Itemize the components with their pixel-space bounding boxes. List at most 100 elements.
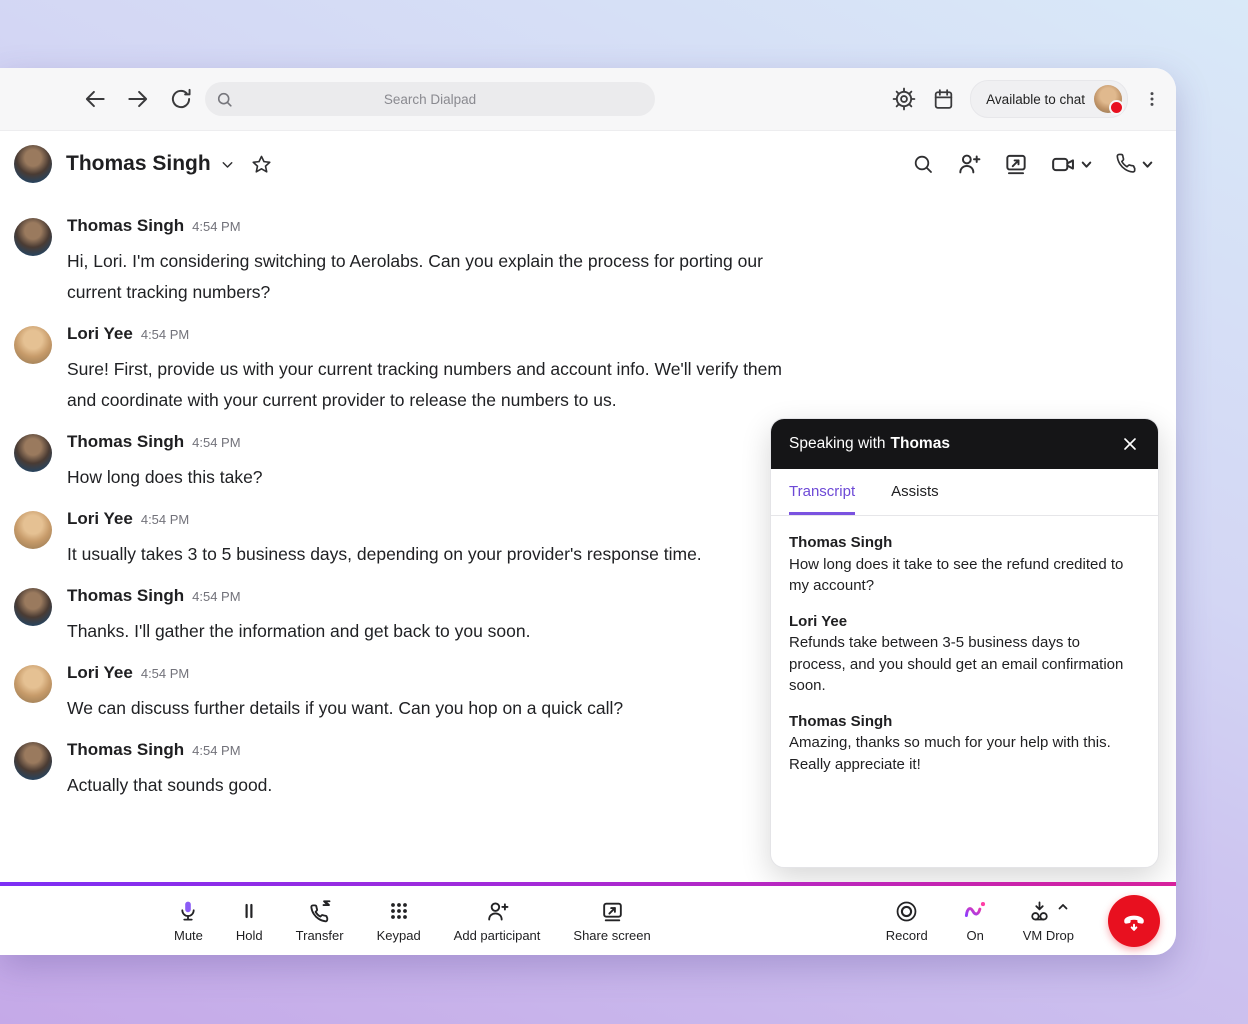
tab-assists[interactable]: Assists bbox=[891, 469, 939, 515]
top-toolbar: Available to chat bbox=[0, 68, 1176, 131]
hang-up-icon bbox=[1120, 907, 1148, 935]
message-text: Sure! First, provide us with your curren… bbox=[67, 354, 792, 416]
pause-icon bbox=[237, 899, 261, 923]
share-screen-button[interactable] bbox=[1003, 151, 1029, 177]
tab-transcript[interactable]: Transcript bbox=[789, 469, 855, 515]
ai-toggle-button[interactable]: On bbox=[962, 898, 989, 943]
message-text: How long does this take? bbox=[67, 462, 792, 493]
close-icon bbox=[1120, 434, 1140, 454]
transcript-entry: Thomas Singh Amazing, thanks so much for… bbox=[789, 711, 1140, 776]
chat-message: Lori Yee 4:54 PM We can discuss further d… bbox=[14, 663, 792, 724]
message-author: Thomas Singh bbox=[67, 586, 184, 606]
settings-button[interactable] bbox=[891, 86, 917, 112]
avatar bbox=[14, 218, 52, 256]
add-participant-label: Add participant bbox=[454, 928, 541, 943]
message-author: Thomas Singh bbox=[67, 740, 184, 760]
message-timestamp: 4:54 PM bbox=[141, 327, 189, 342]
transcript-text: Refunds take between 3-5 business days t… bbox=[789, 632, 1140, 697]
share-screen-button[interactable]: Share screen bbox=[573, 898, 650, 943]
mute-label: Mute bbox=[174, 928, 203, 943]
phone-icon bbox=[1114, 152, 1138, 176]
video-call-button[interactable] bbox=[1050, 151, 1093, 178]
chat-message: Thomas Singh4:54 PM How long does this t… bbox=[14, 432, 792, 493]
chat-message: Thomas Singh4:54 PM Actually that sounds… bbox=[14, 740, 792, 801]
panel-tabs: Transcript Assists bbox=[771, 469, 1158, 516]
add-participant-button[interactable]: Add participant bbox=[454, 898, 541, 943]
panel-title-name: Thomas bbox=[891, 435, 950, 453]
hold-button[interactable]: Hold bbox=[236, 898, 263, 943]
vm-drop-button[interactable]: VM Drop bbox=[1023, 898, 1074, 943]
chat-message: Thomas Singh4:54 PM Hi, Lori. I'm consid… bbox=[14, 216, 792, 308]
avatar bbox=[14, 588, 52, 626]
call-panel-header: Speaking with Thomas bbox=[771, 419, 1158, 469]
chevron-down-icon bbox=[1141, 158, 1154, 171]
contact-avatar bbox=[14, 145, 52, 183]
chevron-down-icon bbox=[1080, 158, 1093, 171]
share-screen-label: Share screen bbox=[573, 928, 650, 943]
title-chevron-down-icon[interactable] bbox=[219, 156, 236, 173]
message-timestamp: 4:54 PM bbox=[192, 589, 240, 604]
favorite-star-icon[interactable] bbox=[250, 153, 273, 176]
call-button[interactable] bbox=[1114, 152, 1154, 176]
record-label: Record bbox=[886, 928, 928, 943]
keypad-icon bbox=[387, 899, 411, 923]
record-button[interactable]: Record bbox=[886, 898, 928, 943]
page-title: Thomas Singh bbox=[66, 152, 211, 176]
call-control-bar: Mute Hold Transfer Keypad Add participan… bbox=[0, 886, 1176, 955]
ai-state-label: On bbox=[967, 928, 984, 943]
transcript-speaker: Lori Yee bbox=[789, 611, 1140, 633]
message-text: We can discuss further details if you wa… bbox=[67, 693, 792, 724]
message-text: Thanks. I'll gather the information and … bbox=[67, 616, 792, 647]
record-icon bbox=[894, 899, 919, 924]
vm-drop-label: VM Drop bbox=[1023, 928, 1074, 943]
gear-icon bbox=[891, 86, 917, 112]
close-button[interactable] bbox=[1120, 434, 1140, 454]
message-text: Hi, Lori. I'm considering switching to A… bbox=[67, 246, 792, 308]
chat-header: Thomas Singh bbox=[14, 136, 1154, 192]
message-list: Thomas Singh 4:54 PM Hi, Lori. I'm consid… bbox=[14, 216, 792, 817]
avatar bbox=[14, 742, 52, 780]
message-timestamp: 4:54 PM bbox=[192, 219, 240, 234]
chat-message: Lori Yee 4:54 PM Sure! First, provide us … bbox=[14, 324, 792, 416]
refresh-button[interactable] bbox=[168, 86, 194, 112]
calendar-icon bbox=[931, 87, 956, 112]
more-menu-button[interactable] bbox=[1142, 88, 1162, 110]
status-dot bbox=[1109, 100, 1124, 115]
forward-button[interactable] bbox=[125, 86, 151, 112]
search-input[interactable] bbox=[205, 91, 655, 108]
transcript-body: Thomas Singh How long does it take to se… bbox=[771, 516, 1158, 805]
message-timestamp: 4:54 PM bbox=[192, 435, 240, 450]
refresh-icon bbox=[168, 86, 194, 112]
transfer-call-icon bbox=[307, 898, 333, 924]
message-timestamp: 4:54 PM bbox=[141, 666, 189, 681]
kebab-menu-icon bbox=[1142, 88, 1162, 110]
message-text: It usually takes 3 to 5 business days, d… bbox=[67, 539, 792, 570]
profile-avatar bbox=[1094, 85, 1122, 113]
availability-pill[interactable]: Available to chat bbox=[970, 80, 1128, 118]
vm-drop-icon bbox=[1027, 899, 1052, 924]
calendar-button[interactable] bbox=[931, 87, 956, 112]
add-person-button[interactable] bbox=[956, 151, 982, 177]
avatar bbox=[14, 434, 52, 472]
dialpad-window: Available to chat Thomas Singh bbox=[0, 68, 1176, 955]
avatar bbox=[14, 511, 52, 549]
mute-button[interactable]: Mute bbox=[174, 898, 203, 943]
keypad-button[interactable]: Keypad bbox=[377, 898, 421, 943]
person-add-icon bbox=[956, 151, 982, 177]
search-bar[interactable] bbox=[205, 82, 655, 116]
back-arrow-icon bbox=[82, 86, 108, 112]
panel-title-prefix: Speaking with bbox=[789, 435, 886, 453]
transfer-label: Transfer bbox=[296, 928, 344, 943]
back-button[interactable] bbox=[82, 86, 108, 112]
message-author: Lori Yee bbox=[67, 663, 133, 683]
transcript-entry: Thomas Singh How long does it take to se… bbox=[789, 532, 1140, 597]
chevron-up-icon bbox=[1057, 901, 1069, 913]
message-author: Lori Yee bbox=[67, 324, 133, 344]
avatar bbox=[14, 665, 52, 703]
end-call-button[interactable] bbox=[1108, 895, 1160, 947]
chat-search-button[interactable] bbox=[911, 152, 935, 176]
transcript-speaker: Thomas Singh bbox=[789, 711, 1140, 733]
avatar bbox=[14, 326, 52, 364]
keypad-label: Keypad bbox=[377, 928, 421, 943]
transfer-button[interactable]: Transfer bbox=[296, 898, 344, 943]
